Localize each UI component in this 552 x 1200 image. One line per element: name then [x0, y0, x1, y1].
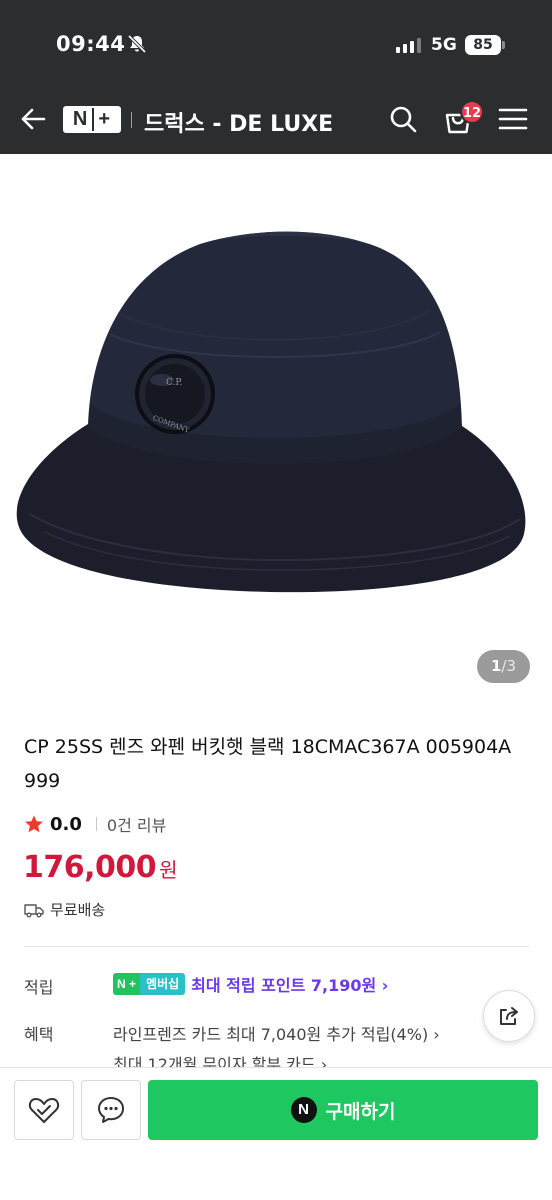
product-title: CP 25SS 렌즈 와펜 버킷햇 블랙 18CMAC367A 005904A … [24, 736, 512, 792]
svg-text:C.P.: C.P. [166, 378, 183, 388]
product-image: C.P. COMPANY [16, 231, 526, 593]
review-count[interactable]: 0건 리뷰 [107, 812, 166, 836]
card-benefit-link[interactable]: 라인프렌즈 카드 최대 7,040원 추가 적립(4%) › [113, 1021, 440, 1045]
heart-check-icon [28, 1098, 60, 1123]
status-bar: 09:44 5G 85 [0, 0, 552, 90]
price: 176,000 원 [23, 850, 178, 885]
rating-score: 0.0 [50, 813, 82, 835]
pager-total: 3 [506, 657, 517, 675]
max-points-link[interactable]: 최대 적립 포인트 7,190원 › [191, 972, 388, 996]
section-divider [24, 946, 529, 947]
store-name[interactable]: 드럭스 - DE LUXE [144, 106, 333, 138]
buy-button-label: 구매하기 [325, 1100, 396, 1123]
price-value: 176,000 [23, 850, 157, 885]
network-type: 5G [431, 35, 457, 55]
buy-button[interactable]: N 구매하기 [148, 1080, 538, 1140]
share-icon [500, 1007, 518, 1025]
benefit-label: 혜택 [24, 1025, 54, 1044]
naver-plus-logo[interactable]: N + [63, 106, 121, 133]
logo-plus: + [92, 108, 111, 131]
hamburger-menu-icon[interactable] [498, 106, 528, 132]
price-unit: 원 [159, 858, 178, 882]
talk-button[interactable] [81, 1080, 141, 1140]
pager-current: 1 [490, 657, 502, 675]
image-pager: 1/3 [477, 650, 530, 683]
search-icon[interactable] [388, 104, 418, 134]
star-icon [25, 815, 43, 833]
header-divider [131, 112, 132, 128]
product-image-gallery[interactable]: C.P. COMPANY [0, 154, 552, 694]
bell-muted-icon [127, 34, 147, 54]
chat-icon [98, 1097, 124, 1123]
shipping-info: 무료배송 [24, 899, 105, 920]
bottom-action-bar: N 구매하기 [0, 1067, 552, 1200]
badge-membership: 멤버십 [140, 973, 186, 995]
points-row[interactable]: N + 멤버십 최대 적립 포인트 7,190원 › [113, 972, 388, 996]
shipping-label: 무료배송 [50, 901, 106, 919]
signal-icon [396, 37, 421, 53]
battery-icon: 85 [465, 35, 505, 55]
top-bar: 09:44 5G 85 N + 드럭스 - DE LUXE 12 [0, 0, 552, 154]
back-arrow-icon[interactable] [18, 104, 48, 134]
wishlist-button[interactable] [14, 1080, 74, 1140]
share-button[interactable] [483, 990, 535, 1042]
truck-icon [24, 903, 44, 917]
points-label: 적립 [24, 978, 54, 997]
rating-divider [95, 817, 97, 831]
naver-n-icon: N [290, 1097, 317, 1123]
installment-benefit-link[interactable]: 최대 12개월 무이자 할부 카드 › [113, 1051, 327, 1067]
badge-n: N + [113, 973, 141, 995]
app-header: N + 드럭스 - DE LUXE 12 [0, 90, 552, 154]
rating-row[interactable]: 0.0 0건 리뷰 [24, 812, 166, 836]
naver-plus-membership-badge: N + 멤버십 [113, 973, 186, 995]
logo-n: N [72, 108, 89, 130]
cart-count-badge: 12 [460, 100, 484, 124]
status-time: 09:44 [56, 32, 126, 56]
